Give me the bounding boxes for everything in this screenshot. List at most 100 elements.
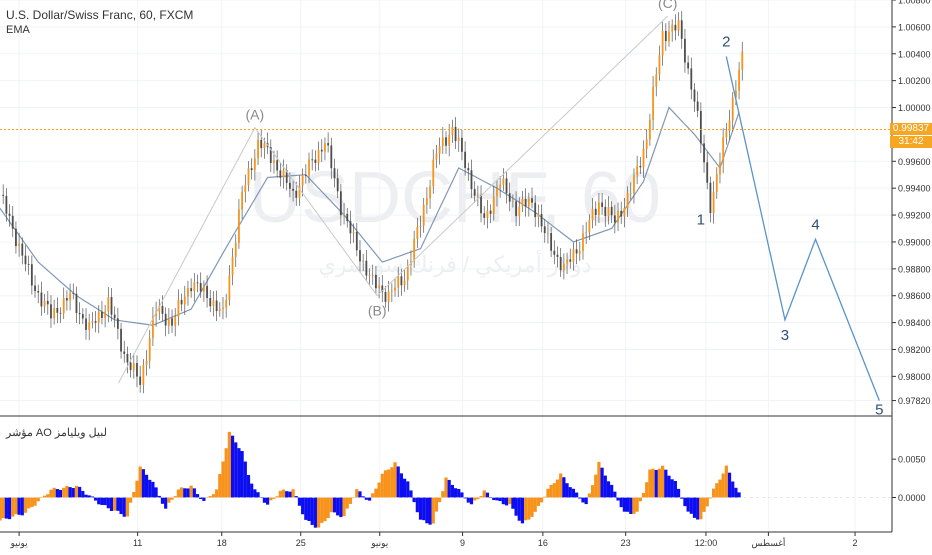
candle-body: [161, 305, 164, 314]
oscillator-bar: [281, 489, 286, 498]
oscillator-bar: [148, 479, 152, 498]
x-tick-label: يونيو: [10, 538, 29, 549]
y-tick-label: 0.98800: [898, 264, 931, 274]
oscillator-bar: [132, 492, 136, 498]
candle-body: [171, 318, 173, 326]
oscillator-bar: [227, 431, 231, 498]
candle-body: [142, 364, 145, 385]
candle-body: [598, 202, 600, 215]
candle-body: [617, 210, 619, 223]
oscillator-bar: [428, 497, 432, 525]
oscillator-bar: [699, 497, 703, 520]
candle-body: [464, 151, 467, 169]
oscillator-bar: [610, 484, 614, 498]
oscillator-bar: [160, 497, 165, 504]
oscillator-bar: [250, 483, 254, 498]
oscillator-bar: [179, 487, 184, 498]
candle-body: [384, 292, 387, 302]
candle-body: [304, 175, 307, 176]
candle-body: [569, 259, 572, 262]
oscillator-bar: [329, 497, 333, 513]
y-tick-label: 0.99200: [898, 211, 931, 221]
candle-body: [180, 299, 183, 305]
oscillator-bar: [434, 497, 439, 512]
oscillator-bar: [106, 497, 110, 509]
candle-body: [66, 298, 68, 301]
oscillator-bar: [301, 497, 305, 515]
oscillator-bar: [11, 497, 15, 517]
oscillator-bar: [489, 497, 493, 498]
candle-body: [496, 188, 498, 197]
candle-body: [69, 293, 71, 301]
oscillator-bar: [103, 497, 107, 506]
candle-body: [257, 139, 259, 159]
candle-body: [136, 363, 138, 377]
oscillator-bar: [590, 485, 595, 498]
candle-body: [693, 89, 696, 102]
oscillator-bar: [297, 497, 302, 506]
oscillator-bar: [712, 488, 716, 498]
y-tick-label: 0.98600: [898, 291, 931, 301]
oscillator-bar: [667, 475, 671, 498]
candle-body: [215, 300, 218, 312]
oscillator-bar: [536, 497, 540, 506]
candle-body: [738, 69, 740, 91]
candle-body: [81, 314, 84, 319]
candle-body: [301, 175, 304, 186]
candle-body: [218, 309, 221, 312]
candle-body: [97, 311, 100, 323]
candle-body: [311, 159, 314, 161]
candle-body: [677, 20, 680, 31]
candle-body: [244, 185, 247, 193]
oscillator-bar: [422, 497, 426, 521]
candle-body: [531, 198, 533, 203]
oscillator-bar: [195, 494, 200, 498]
oscillator-bar: [74, 485, 79, 498]
oscillator-bar: [316, 497, 321, 528]
oscillator-bar: [625, 497, 630, 512]
candle-body: [610, 206, 613, 216]
candle-body: [591, 208, 594, 221]
candle-body: [2, 194, 5, 196]
y-tick-label: 1.00000: [898, 103, 931, 113]
candle-body: [129, 362, 132, 371]
x-tick-label: أغسطس: [751, 536, 785, 549]
oscillator-bar: [575, 492, 579, 498]
y-tick-label: 0.99000: [898, 237, 931, 247]
candle-body: [30, 264, 33, 286]
oscillator-bar: [243, 461, 247, 498]
oscillator-bar: [718, 479, 722, 498]
oscillator-bar: [473, 497, 477, 501]
oscillator-bar: [138, 466, 142, 498]
oscillator-bar: [336, 497, 340, 516]
candle-body: [202, 285, 205, 292]
oscillator-bar: [170, 497, 174, 500]
oscillator-bar: [514, 497, 518, 516]
candle-body: [413, 238, 416, 262]
oscillator-bar: [469, 497, 474, 505]
candle-body: [145, 360, 148, 365]
candle-body: [613, 215, 616, 223]
candle-body: [336, 178, 339, 192]
candle-body: [362, 260, 365, 262]
y-tick-label: 1.00400: [898, 49, 931, 59]
oscillator-bar: [673, 480, 677, 498]
oscillator-bar: [304, 497, 308, 520]
oscillator-bar: [313, 497, 317, 528]
candle-body: [680, 20, 683, 39]
oscillator-bar: [565, 483, 569, 498]
abc-wave-label: (A): [246, 107, 265, 123]
oscillator-bar: [81, 490, 85, 498]
oscillator-bar: [520, 497, 525, 524]
oscillator-bar: [62, 487, 66, 498]
oscillator-bar: [715, 483, 719, 498]
oscillator-bar: [234, 442, 238, 498]
candle-body: [250, 168, 253, 171]
oscillator-bar: [358, 491, 362, 498]
y-tick-label: 0.98400: [898, 318, 931, 328]
oscillator-bar: [683, 497, 687, 507]
chart-root: USDCHF, 60 دولار أمريكي / فرنك سويسري (A…: [0, 0, 932, 550]
oscillator-bar: [33, 497, 37, 506]
chart-canvas: USDCHF, 60 دولار أمريكي / فرنك سويسري (A…: [0, 0, 932, 550]
oscillator-bar: [116, 497, 120, 511]
